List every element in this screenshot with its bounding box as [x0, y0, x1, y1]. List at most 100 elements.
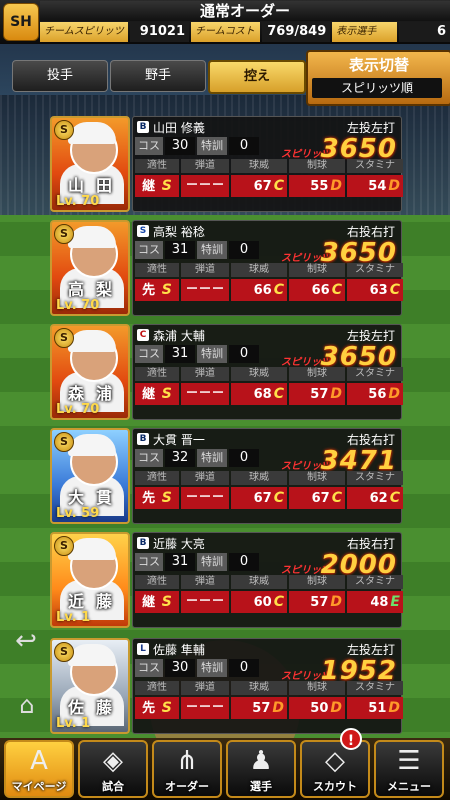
- nav-scout-label: スカウト: [313, 780, 357, 793]
- aptitude-value: 先 S: [135, 487, 179, 509]
- trajectory-value: －－－: [181, 175, 229, 197]
- aptitude-value: 継 S: [135, 383, 179, 405]
- stamina-number: 62: [369, 491, 388, 506]
- aptitude-role: 先: [142, 701, 156, 716]
- aptitude-role: 継: [142, 387, 156, 402]
- ability-labels: 適性 弾道 球威 制球 スタミナ: [135, 367, 403, 381]
- ability-labels: 適性 弾道 球威 制球 スタミナ: [135, 471, 403, 485]
- player-portrait: S 山田 Lv. 70: [50, 116, 130, 212]
- tab-fielder[interactable]: 野手: [110, 60, 206, 92]
- team-spirits-value: 91021: [130, 22, 190, 42]
- tab-reserve[interactable]: 控え: [208, 60, 306, 94]
- team-icon: B: [137, 121, 149, 133]
- ability-values: 先 S －－－ 57 D 50 D 51 D: [135, 697, 403, 719]
- trajectory-label: 弾道: [181, 471, 229, 485]
- ability-values: 継 S －－－ 60 C 57 D 48 E: [135, 591, 403, 613]
- power-number: 60: [253, 595, 272, 610]
- team-icon: B: [137, 433, 149, 445]
- cost-value: 31: [165, 553, 195, 571]
- nav-player-label: 選手: [250, 780, 272, 793]
- player-full-name: 近藤 大亮: [153, 537, 205, 551]
- aptitude-value: 先 S: [135, 697, 179, 719]
- power-number: 68: [253, 387, 272, 402]
- s-rank-badge: S: [54, 328, 74, 348]
- menu-icon: ☰: [397, 746, 421, 776]
- display-players-value: 6: [398, 22, 450, 42]
- scout-icon: ◇: [325, 746, 345, 776]
- power-grade: C: [273, 490, 284, 506]
- power-grade: C: [273, 282, 284, 298]
- stamina-value: 62 C: [347, 487, 403, 509]
- player-card[interactable]: S 森浦 Lv. 70 C 森浦 大輔 左投左打 コス 31 特訓 0 スピリッ…: [50, 324, 403, 420]
- aptitude-label: 適性: [135, 159, 179, 173]
- cost-row: コス 31 特訓 0: [135, 345, 259, 363]
- home-icon[interactable]: ⌂: [10, 690, 44, 720]
- power-value: 67 C: [231, 487, 287, 509]
- special-label: 特訓: [197, 553, 227, 571]
- player-card[interactable]: S 佐藤 Lv. 1 L 佐藤 隼輔 左投左打 コス 30 特訓 0 スピリッツ…: [50, 638, 403, 734]
- trajectory-value: －－－: [181, 591, 229, 613]
- player-short-name: 高梨: [67, 280, 124, 299]
- nav-menu[interactable]: ☰ メニュー: [374, 740, 444, 798]
- cap-graphic: [68, 434, 116, 456]
- cost-row: コス 31 特訓 0: [135, 553, 259, 571]
- nav-game-label: 試合: [102, 780, 124, 793]
- player-info-panel: B 近藤 大亮 右投右打 コス 31 特訓 0 スピリッツ 2000 適性 弾道…: [132, 532, 403, 628]
- trajectory-value: －－－: [181, 279, 229, 301]
- nav-player[interactable]: ♟ 選手: [226, 740, 296, 798]
- control-value: 57 D: [289, 383, 345, 405]
- player-full-name: 佐藤 隼輔: [153, 643, 205, 657]
- s-rank-badge: S: [54, 536, 74, 556]
- trajectory-value: －－－: [181, 383, 229, 405]
- cost-row: コス 30 特訓 0: [135, 137, 259, 155]
- power-value: 60 C: [231, 591, 287, 613]
- player-card[interactable]: S 大貫 Lv. 59 B 大貫 晋一 右投右打 コス 32 特訓 0 スピリッ…: [50, 428, 403, 524]
- special-value: 0: [229, 241, 259, 259]
- ability-values: 先 S －－－ 66 C 66 C 63 C: [135, 279, 403, 301]
- nav-order-label: オーダー: [165, 780, 209, 793]
- stamina-grade: D: [388, 386, 400, 402]
- aptitude-label: 適性: [135, 575, 179, 589]
- power-number: 66: [253, 283, 272, 298]
- cost-label: コス: [135, 553, 163, 571]
- aptitude-grade: S: [161, 282, 172, 298]
- nav-game[interactable]: ◈ 試合: [78, 740, 148, 798]
- player-short-name: 佐藤: [67, 698, 124, 717]
- cap-graphic: [68, 226, 116, 248]
- tab-pitcher[interactable]: 投手: [12, 60, 108, 92]
- stamina-number: 56: [368, 387, 387, 402]
- cost-label: コス: [135, 449, 163, 467]
- s-rank-badge: S: [54, 432, 74, 452]
- player-card[interactable]: S 高梨 Lv. 70 S 高梨 裕稔 右投右打 コス 31 特訓 0 スピリッ…: [50, 220, 403, 316]
- nav-order[interactable]: ⋔ オーダー: [152, 740, 222, 798]
- power-label: 球威: [231, 471, 287, 485]
- team-icon: S: [137, 225, 149, 237]
- control-number: 67: [311, 491, 330, 506]
- nav-mypage[interactable]: A マイページ: [4, 740, 74, 798]
- stamina-value: 48 E: [347, 591, 403, 613]
- s-rank-badge: S: [54, 642, 74, 662]
- control-value: 55 D: [289, 175, 345, 197]
- player-portrait: S 高梨 Lv. 70: [50, 220, 130, 316]
- cost-row: コス 32 特訓 0: [135, 449, 259, 467]
- player-card[interactable]: S 山田 Lv. 70 B 山田 修義 左投左打 コス 30 特訓 0 スピリッ…: [50, 116, 403, 212]
- aptitude-label: 適性: [135, 263, 179, 277]
- stamina-label: スタミナ: [347, 575, 403, 589]
- cost-value: 30: [165, 137, 195, 155]
- trajectory-label: 弾道: [181, 263, 229, 277]
- aptitude-role: 継: [142, 179, 156, 194]
- player-info-panel: S 高梨 裕稔 右投右打 コス 31 特訓 0 スピリッツ 3650 適性 弾道…: [132, 220, 403, 316]
- player-card[interactable]: S 近藤 Lv. 1 B 近藤 大亮 右投右打 コス 31 特訓 0 スピリッツ…: [50, 532, 403, 628]
- cost-value: 31: [165, 241, 195, 259]
- control-label: 制球: [289, 159, 345, 173]
- player-level: Lv. 59: [56, 506, 100, 521]
- trajectory-label: 弾道: [181, 575, 229, 589]
- player-level: Lv. 70: [56, 402, 100, 417]
- special-value: 0: [229, 345, 259, 363]
- display-switch-button[interactable]: 表示切替 スピリッツ順: [306, 50, 450, 106]
- ability-labels: 適性 弾道 球威 制球 スタミナ: [135, 263, 403, 277]
- player-full-name: 森浦 大輔: [153, 329, 205, 343]
- back-arrow-icon[interactable]: ↩: [8, 626, 44, 656]
- nav-scout[interactable]: ◇ スカウト: [300, 740, 370, 798]
- control-value: 50 D: [289, 697, 345, 719]
